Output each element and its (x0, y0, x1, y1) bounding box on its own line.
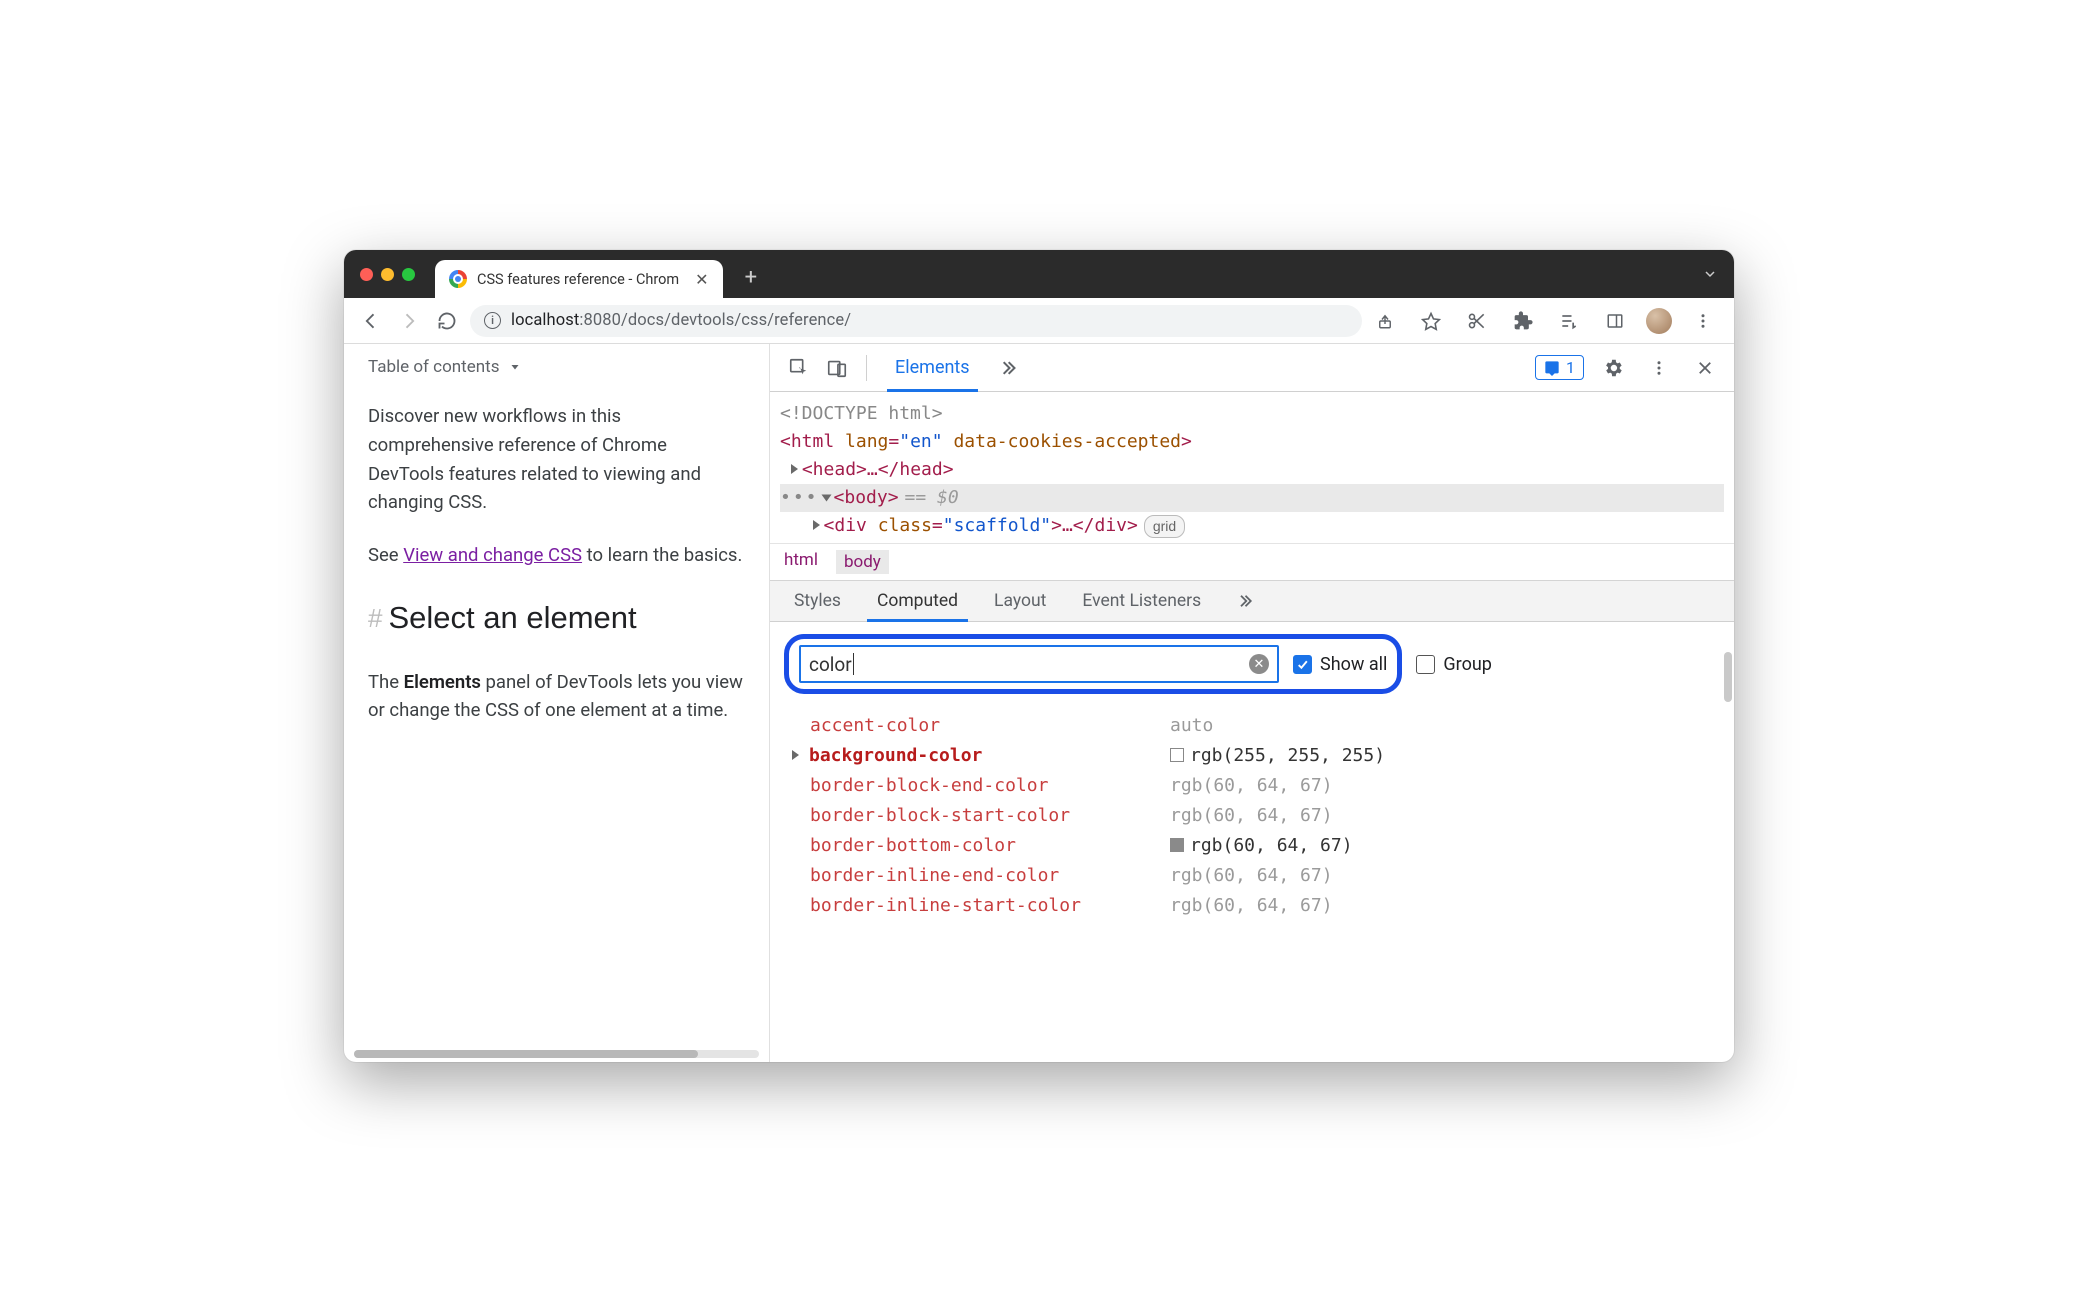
color-swatch-icon[interactable] (1170, 748, 1184, 762)
color-swatch-icon[interactable] (1170, 838, 1184, 852)
disclosure-triangle-icon[interactable] (813, 520, 820, 530)
property-row[interactable]: border-block-end-color rgb(60, 64, 67) (790, 770, 1734, 800)
computed-controls: color ✕ Show all Group (770, 622, 1734, 706)
dom-tree[interactable]: <!DOCTYPE html> <html lang="en" data-coo… (770, 392, 1734, 543)
issues-icon (1544, 360, 1560, 376)
disclosure-triangle-icon[interactable] (791, 464, 798, 474)
elements-tab[interactable]: Elements (879, 344, 986, 391)
intro-paragraph: Discover new workflows in this comprehen… (368, 402, 745, 517)
property-row[interactable]: accent-color auto (790, 710, 1734, 740)
bookmark-star-icon[interactable] (1416, 306, 1446, 336)
extensions-icon[interactable] (1508, 306, 1538, 336)
breadcrumb-body[interactable]: body (836, 550, 889, 574)
show-all-checkbox[interactable]: Show all (1293, 654, 1387, 675)
browser-toolbar: i localhost:8080/docs/devtools/css/refer… (344, 298, 1734, 344)
close-window-button[interactable] (360, 268, 373, 281)
settings-gear-icon[interactable] (1596, 351, 1630, 385)
browser-tab[interactable]: CSS features reference - Chrom ✕ (435, 260, 723, 298)
styles-tab[interactable]: Styles (778, 581, 857, 621)
page-content: Table of contents Discover new workflows… (344, 344, 770, 1062)
scissors-icon[interactable] (1462, 306, 1492, 336)
property-row[interactable]: border-block-start-color rgb(60, 64, 67) (790, 800, 1734, 830)
dollar-zero-label: == $0 (905, 484, 959, 512)
property-row[interactable]: background-color rgb(255, 255, 255) (790, 740, 1734, 770)
close-devtools-icon[interactable] (1688, 351, 1722, 385)
kebab-menu-icon[interactable] (1642, 351, 1676, 385)
tab-title: CSS features reference - Chrom (477, 271, 679, 288)
property-row[interactable]: border-inline-end-color rgb(60, 64, 67) (790, 860, 1734, 890)
view-change-css-link[interactable]: View and change CSS (403, 544, 582, 566)
checkbox-unchecked-icon (1416, 655, 1435, 674)
filter-value: color (809, 653, 852, 676)
clear-filter-icon[interactable]: ✕ (1249, 654, 1269, 674)
disclosure-triangle-icon[interactable] (792, 750, 799, 760)
html-node[interactable]: <html lang="en" data-cookies-accepted> (780, 428, 1724, 456)
body-paragraph: The Elements panel of DevTools lets you … (368, 668, 745, 725)
horizontal-scrollbar[interactable] (354, 1050, 759, 1058)
filter-input[interactable]: color ✕ (799, 645, 1279, 683)
chrome-menu-icon[interactable] (1688, 306, 1718, 336)
minimize-window-button[interactable] (381, 268, 394, 281)
share-icon[interactable] (1370, 306, 1400, 336)
url-text: localhost:8080/docs/devtools/css/referen… (511, 311, 851, 330)
vertical-scrollbar[interactable] (1724, 652, 1732, 702)
doctype-node[interactable]: <!DOCTYPE html> (780, 400, 1724, 428)
chrome-favicon-icon (449, 270, 467, 288)
site-info-icon[interactable]: i (484, 312, 501, 329)
disclosure-triangle-icon[interactable] (821, 494, 831, 501)
toc-label: Table of contents (368, 354, 499, 380)
reload-button[interactable] (432, 306, 462, 336)
titlebar: CSS features reference - Chrom ✕ + (344, 250, 1734, 298)
breadcrumb-html[interactable]: html (784, 550, 818, 574)
more-tabs-icon[interactable] (990, 351, 1024, 385)
select-element-heading: # Select an element (368, 594, 745, 642)
div-scaffold-node[interactable]: <div class="scaffold">…</div>grid (780, 512, 1724, 540)
new-tab-button[interactable]: + (745, 265, 757, 290)
ellipsis-icon[interactable]: ••• (780, 484, 819, 512)
issues-count: 1 (1566, 358, 1575, 377)
chevron-down-icon (509, 361, 521, 373)
back-button[interactable] (356, 306, 386, 336)
forward-button[interactable] (394, 306, 424, 336)
profile-avatar[interactable] (1646, 308, 1672, 334)
side-panel-icon[interactable] (1600, 306, 1630, 336)
more-subtabs-icon[interactable] (1227, 584, 1261, 618)
close-tab-button[interactable]: ✕ (695, 270, 708, 289)
address-bar[interactable]: i localhost:8080/docs/devtools/css/refer… (470, 305, 1362, 337)
browser-window: CSS features reference - Chrom ✕ + i loc… (344, 250, 1734, 1062)
computed-properties-list: accent-color auto background-color rgb(2… (770, 706, 1734, 920)
hash-icon: # (368, 598, 382, 638)
tabs-overflow-button[interactable] (1702, 266, 1718, 282)
toc-toggle[interactable]: Table of contents (368, 354, 745, 380)
devtools-toolbar: Elements 1 (770, 344, 1734, 392)
computed-tab[interactable]: Computed (861, 581, 974, 621)
dom-breadcrumb: html body (770, 543, 1734, 580)
see-paragraph: See View and change CSS to learn the bas… (368, 541, 745, 570)
property-row[interactable]: border-inline-start-color rgb(60, 64, 67… (790, 890, 1734, 920)
grid-badge[interactable]: grid (1144, 515, 1185, 539)
maximize-window-button[interactable] (402, 268, 415, 281)
content-area: Table of contents Discover new workflows… (344, 344, 1734, 1062)
window-controls (360, 268, 415, 281)
text-caret (853, 653, 854, 675)
group-checkbox[interactable]: Group (1416, 654, 1491, 675)
checkbox-checked-icon (1293, 655, 1312, 674)
highlighted-filter-region: color ✕ Show all (784, 634, 1402, 694)
property-row[interactable]: border-bottom-color rgb(60, 64, 67) (790, 830, 1734, 860)
issues-badge[interactable]: 1 (1535, 355, 1584, 380)
device-toolbar-icon[interactable] (820, 351, 854, 385)
event-listeners-tab[interactable]: Event Listeners (1066, 581, 1217, 621)
head-node[interactable]: <head>…</head> (780, 456, 1724, 484)
styles-subtabs: Styles Computed Layout Event Listeners (770, 580, 1734, 622)
layout-tab[interactable]: Layout (978, 581, 1062, 621)
devtools-panel: Elements 1 (770, 344, 1734, 1062)
separator (866, 355, 867, 381)
reading-list-icon[interactable] (1554, 306, 1584, 336)
body-node-selected[interactable]: •••<body>== $0 (780, 484, 1724, 512)
inspect-element-icon[interactable] (782, 351, 816, 385)
